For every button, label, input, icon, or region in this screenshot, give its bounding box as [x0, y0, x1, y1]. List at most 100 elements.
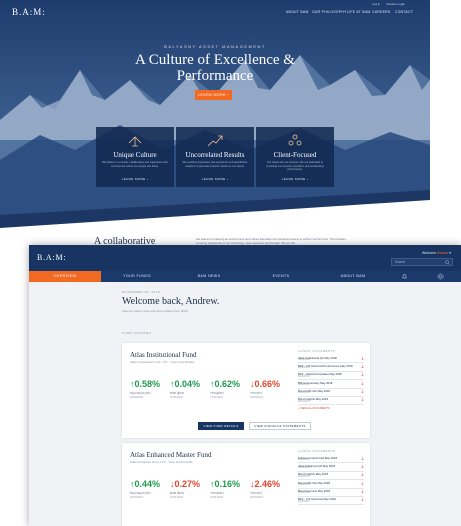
stat-value: ↓0.27% [170, 479, 201, 489]
hero-title-line-1: A Culture of Excellence & [135, 52, 295, 68]
stat-value: ↑0.44% [130, 479, 161, 489]
feature-description: We believe in a simple, collaborative an… [102, 161, 168, 168]
welcome-user-menu[interactable]: Welcome Andrew ▾ [422, 251, 451, 255]
stat-label: Prior Month (ST) [130, 491, 151, 495]
fund-stat: ↑0.58% Prior Month (ST) 06/30/2018 [130, 379, 164, 399]
document-item[interactable]: Bond Insights May 2018 06/20/2018 [298, 397, 364, 406]
site-nav-philosophy[interactable]: OUR PHILOSOPHY [312, 10, 347, 14]
feature-card-results: Uncorrelated Results We combine propriet… [176, 127, 254, 187]
feature-learn-more-link[interactable]: LEARN MORE › [256, 177, 334, 181]
tab-about-bam[interactable]: ABOUT BAM [317, 271, 389, 282]
documents-heading: LATEST DOCUMENTS [298, 349, 336, 353]
fund-stat: ↑0.44% Prior Month (ST) 06/30/2018 [130, 479, 164, 499]
fund-stat: ↑0.04% MTD (EST) 07/31/2018 [170, 379, 204, 399]
download-icon[interactable] [361, 473, 364, 477]
stat-date: 07/31/2018 [170, 496, 183, 499]
fund-stat: ↑0.62% YTD (EST) 07/31/2018 [210, 379, 244, 399]
stat-value: ↓2.46% [250, 479, 281, 489]
download-icon[interactable] [361, 498, 364, 502]
fund-subtitle: Atlas Enhanced Fund, LTD · View Fund Det… [130, 460, 193, 464]
dashboard-logo[interactable]: B.A:M: [37, 253, 66, 262]
document-item[interactable]: Bond Insights May 2018 06/20/2018 [298, 472, 364, 481]
view-fund-details-button[interactable]: VIEW FUND DETAILS [198, 422, 244, 430]
section-label: FUND UPDATES [122, 331, 152, 335]
stat-label: YTD (EST) [210, 391, 224, 395]
stat-value: ↑0.16% [210, 479, 241, 489]
feature-description: Our clients are our purpose. We are dedi… [266, 161, 324, 172]
documents-heading: LATEST DOCUMENTS [298, 449, 336, 453]
document-item[interactable]: Bond AUM Info May 2018 06/20/2018 [298, 389, 364, 397]
download-icon[interactable] [361, 456, 364, 461]
download-icon[interactable] [361, 390, 364, 394]
fund-subtitle: Atlas Institutional Fund, LTD · View Fun… [130, 360, 195, 364]
bird-icon [128, 136, 142, 147]
download-icon[interactable] [361, 398, 364, 402]
site-nav-contact[interactable]: CONTACT [395, 10, 413, 14]
tab-overview[interactable]: OVERVIEW [29, 271, 101, 282]
fund-stat: ↓0.27% MTD (EST) 07/31/2018 [170, 479, 204, 499]
fund-stat: ↑0.16% YTD (EST) 07/31/2018 [210, 479, 244, 499]
document-item[interactable]: Enhanced Optimized May 2018 06/20/2018 [298, 455, 364, 464]
feature-title: Client-Focused [273, 151, 317, 159]
download-icon[interactable] [361, 364, 364, 369]
site-logo[interactable]: B.A:M: [12, 7, 46, 17]
stat-value: ↓0.66% [250, 379, 281, 389]
view-all-documents-link[interactable]: + VIEW ALL DOCUMENTS [298, 407, 364, 410]
stat-label: YTD (EST) [210, 491, 224, 495]
tab-events[interactable]: EVENTS [245, 271, 317, 282]
document-item[interactable]: Atlas Institutional Q2 May 2018 06/20/201… [298, 355, 364, 364]
hero-title-line-2: Performance [176, 68, 254, 84]
stat-label: MTD (EST) [170, 491, 185, 495]
stat-label: YTD (ST) [250, 391, 262, 395]
fund-stat: ↓2.46% YTD (ST) 06/30/2018 [250, 479, 284, 499]
stat-label: YTD (ST) [250, 491, 262, 495]
feature-learn-more-link[interactable]: LEARN MORE › [176, 177, 254, 181]
download-icon[interactable] [361, 490, 364, 494]
document-item[interactable]: Atlas Enhanced Q2 May 2018 06/20/2018 [298, 463, 364, 472]
investor-dashboard-window: B.A:M: Welcome Andrew ▾ Search OVERVIEW … [29, 245, 461, 526]
topbar-login-link[interactable]: Log in [372, 2, 380, 6]
document-item[interactable]: BAF - Historical Updates May 2018 06/20/2… [298, 372, 364, 381]
hero-learn-more-button[interactable]: LEARN MORE › [195, 90, 232, 100]
people-icon [288, 134, 302, 146]
stat-date: 06/30/2018 [130, 496, 143, 499]
stat-value: ↑0.58% [130, 379, 161, 389]
feature-card-culture: Unique Culture We believe in a simple, c… [96, 127, 174, 187]
document-item[interactable]: Bond Overview May 2018 06/20/2018 [298, 489, 364, 497]
download-icon[interactable] [361, 373, 364, 377]
tab-bam-news[interactable]: BAM NEWS [173, 271, 245, 282]
stat-date: 07/31/2018 [210, 396, 223, 399]
hero-kicker: BALYASNY ASSET MANAGEMENT [164, 44, 266, 49]
tab-your-funds[interactable]: YOUR FUNDS [101, 271, 173, 282]
view-statements-button[interactable]: VIEW SIGNALOF STATEMENTS [249, 422, 311, 430]
bell-icon[interactable] [401, 273, 408, 280]
download-icon[interactable] [361, 481, 364, 486]
user-name: Andrew [436, 251, 449, 255]
download-icon[interactable] [361, 381, 364, 386]
hero-banner: B.A:M: Log in Investor Login ABOUT BAM O… [0, 0, 430, 260]
fund-name: Atlas Institutional Fund [130, 351, 197, 359]
search-input[interactable]: Search [391, 258, 453, 266]
download-icon[interactable] [361, 464, 364, 469]
gear-icon[interactable] [437, 273, 444, 280]
dashboard-header: B.A:M: Welcome Andrew ▾ Search [29, 245, 461, 271]
chart-line-icon [207, 135, 223, 147]
stat-label: Prior Month (ST) [130, 391, 151, 395]
topbar-investor-login-link[interactable]: Investor Login [386, 2, 405, 6]
document-item[interactable]: BAF - CIT Historical Performance May 201… [298, 363, 364, 372]
dashboard-nav: OVERVIEW YOUR FUNDS BAM NEWS EVENTS ABOU… [29, 271, 461, 282]
fund-name: Atlas Enhanced Master Fund [130, 451, 212, 459]
fund-card: Atlas Institutional Fund Atlas Instituti… [122, 343, 370, 438]
download-icon[interactable] [361, 356, 364, 361]
documents-list: LATEST DOCUMENTS Enhanced Optimized May … [298, 449, 364, 506]
site-nav-careers[interactable]: CAREERS [372, 10, 391, 14]
site-nav-about[interactable]: ABOUT BAM [286, 10, 309, 14]
document-item[interactable]: BIS Commentary May 2018 06/20/2018 [298, 380, 364, 389]
greeting-subtitle: View the latest news and fund updates fr… [122, 309, 189, 313]
feature-title: Unique Culture [113, 151, 157, 159]
feature-card-client: Client-Focused Our clients are our purpo… [256, 127, 334, 187]
site-nav-life[interactable]: LIFE AT BAM [347, 10, 371, 14]
document-item[interactable]: Bond AUM Info May 2018 06/20/2018 [298, 480, 364, 489]
document-item[interactable]: BAF - CIT Historical May 2018 06/20/2018 [298, 497, 364, 506]
feature-learn-more-link[interactable]: LEARN MORE › [96, 177, 174, 181]
